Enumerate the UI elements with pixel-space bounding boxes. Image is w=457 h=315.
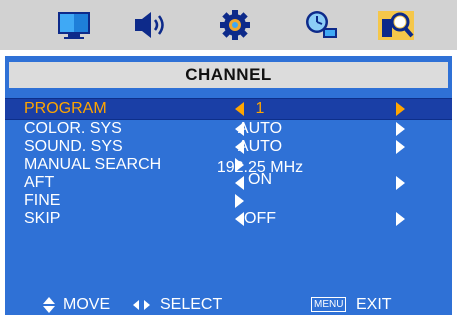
row-label: PROGRAM <box>24 100 107 117</box>
row-label: AFT <box>24 174 55 191</box>
menu-key-badge: MENU <box>311 297 347 312</box>
up-down-arrows-icon <box>43 297 55 313</box>
row-value: OFF <box>244 210 276 227</box>
row-program[interactable]: PROGRAM 1 <box>5 98 452 120</box>
row-color-sys[interactable]: COLOR. SYS AUTO <box>5 119 452 138</box>
right-arrow-icon[interactable] <box>396 102 405 116</box>
top-menu-bar <box>0 0 457 50</box>
channel-menu: CHANNEL PROGRAM 1 COLOR. SYS AUTO SOUND.… <box>0 50 457 315</box>
move-hint: MOVE <box>63 296 111 313</box>
picture-icon[interactable] <box>54 9 94 41</box>
row-label: COLOR. SYS <box>24 120 122 137</box>
exit-hint: EXIT <box>356 296 392 313</box>
settings-gear-icon[interactable] <box>215 9 255 41</box>
right-arrow-icon[interactable] <box>396 140 405 154</box>
row-value: 1 <box>255 100 265 117</box>
row-fine[interactable]: FINE <box>5 191 452 210</box>
row-aft[interactable]: AFT ON <box>5 171 452 192</box>
right-arrow-icon[interactable] <box>235 194 244 208</box>
time-clock-icon[interactable] <box>301 9 341 41</box>
row-label: MANUAL SEARCH <box>24 156 162 173</box>
row-sound-sys[interactable]: SOUND. SYS AUTO <box>5 137 452 156</box>
row-value: AUTO <box>237 138 283 155</box>
row-label: SOUND. SYS <box>24 138 123 155</box>
right-arrow-icon[interactable] <box>396 176 405 190</box>
row-label: SKIP <box>24 210 61 227</box>
left-right-arrows-icon <box>133 300 151 310</box>
right-arrow-icon[interactable] <box>396 122 405 136</box>
select-hint: SELECT <box>160 296 223 313</box>
row-value: AUTO <box>237 120 283 137</box>
right-arrow-icon[interactable] <box>396 212 405 226</box>
menu-title: CHANNEL <box>9 62 448 88</box>
channel-panel: CHANNEL PROGRAM 1 COLOR. SYS AUTO SOUND.… <box>5 56 452 315</box>
sound-icon[interactable] <box>131 9 171 41</box>
row-value: ON <box>248 171 272 188</box>
key-hint-bar: MOVE SELECT MENU EXIT <box>5 294 452 315</box>
channel-search-icon[interactable] <box>376 9 416 41</box>
row-label: FINE <box>24 192 61 209</box>
row-skip[interactable]: SKIP OFF <box>5 209 452 228</box>
